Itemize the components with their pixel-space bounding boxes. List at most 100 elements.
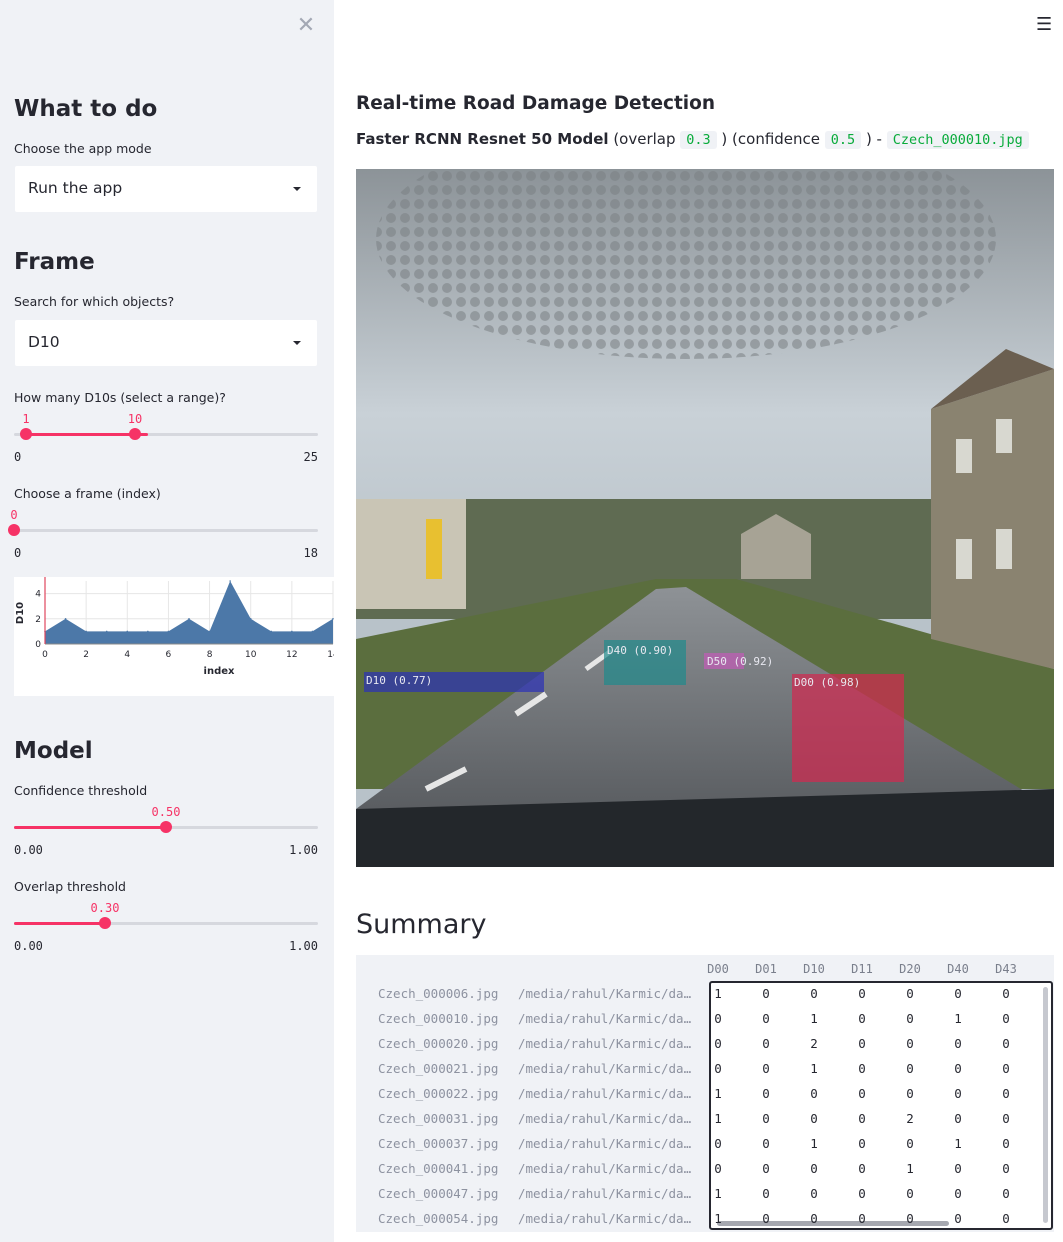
hamburger-menu-icon[interactable]: ☰: [1036, 16, 1054, 34]
table-cell[interactable]: 0: [711, 1136, 738, 1151]
road-damage-image: D10 (0.77) D40 (0.90) D50 (0.92) D00 (0.…: [356, 169, 1054, 867]
model-info-line: Faster RCNN Resnet 50 Model (overlap 0.3…: [356, 130, 1029, 149]
table-cell[interactable]: 0: [842, 1136, 882, 1151]
table-cell[interactable]: 0: [794, 986, 834, 1001]
overlap-thumb[interactable]: [99, 917, 111, 929]
table-cell[interactable]: 0: [746, 1061, 786, 1076]
table-cell[interactable]: 0: [746, 1011, 786, 1026]
table-cell[interactable]: 1: [711, 1111, 738, 1126]
app-mode-select[interactable]: Run the app: [15, 166, 317, 212]
table-cell[interactable]: 0: [842, 1111, 882, 1126]
table-cell[interactable]: 1: [938, 1011, 978, 1026]
table-cell[interactable]: 0: [842, 986, 882, 1001]
overlap-slider[interactable]: 0.30 0.00 1.00: [14, 901, 318, 965]
table-cell[interactable]: 0: [746, 1211, 786, 1226]
table-cell[interactable]: 1: [794, 1011, 834, 1026]
close-icon[interactable]: ✕: [296, 14, 316, 38]
table-cell[interactable]: 0: [746, 1036, 786, 1051]
table-cell[interactable]: 0: [842, 1061, 882, 1076]
confidence-min: 0.00: [14, 843, 43, 857]
table-cell[interactable]: 0: [746, 1161, 786, 1176]
table-cell[interactable]: 0: [938, 1111, 978, 1126]
table-cell[interactable]: 0: [842, 1086, 882, 1101]
range-high-thumb[interactable]: [129, 428, 141, 440]
range-low-thumb[interactable]: [20, 428, 32, 440]
table-cell[interactable]: 0: [986, 986, 1026, 1001]
table-cell[interactable]: 0: [890, 1211, 930, 1226]
table-cell[interactable]: 0: [746, 1111, 786, 1126]
table-cell[interactable]: 1: [938, 1136, 978, 1151]
table-cell[interactable]: 0: [794, 1161, 834, 1176]
table-cell[interactable]: 0: [986, 1211, 1026, 1226]
vertical-scrollbar[interactable]: [1043, 987, 1048, 1223]
table-cell[interactable]: 1: [711, 1211, 738, 1226]
table-cell[interactable]: 0: [890, 986, 930, 1001]
table-cell[interactable]: 0: [986, 1161, 1026, 1176]
table-cell[interactable]: 1: [711, 986, 738, 1001]
confidence-thumb[interactable]: [160, 821, 172, 833]
table-cell[interactable]: 0: [842, 1011, 882, 1026]
table-cell[interactable]: 0: [746, 1136, 786, 1151]
table-cell[interactable]: 0: [890, 1186, 930, 1201]
table-cell[interactable]: 1: [890, 1161, 930, 1176]
table-cell[interactable]: 0: [794, 1211, 834, 1226]
confidence-code: 0.5: [824, 131, 862, 149]
table-cell[interactable]: 0: [794, 1186, 834, 1201]
table-cell[interactable]: 0: [890, 1136, 930, 1151]
table-cell[interactable]: 0: [986, 1136, 1026, 1151]
table-cell[interactable]: 0: [794, 1111, 834, 1126]
table-cell[interactable]: 0: [711, 1161, 738, 1176]
table-cell[interactable]: 1: [794, 1136, 834, 1151]
frame-thumb[interactable]: [8, 524, 20, 536]
table-cell[interactable]: 0: [986, 1111, 1026, 1126]
file-separator: ) -: [861, 130, 887, 148]
table-cell[interactable]: 0: [842, 1186, 882, 1201]
table-cell[interactable]: 0: [842, 1161, 882, 1176]
row-file-path: /media/rahul/Karmic/da…: [518, 1136, 692, 1151]
column-header[interactable]: D01: [746, 962, 786, 976]
table-cell[interactable]: 0: [938, 1186, 978, 1201]
table-cell[interactable]: 0: [746, 1086, 786, 1101]
table-cell[interactable]: 0: [938, 1086, 978, 1101]
table-cell[interactable]: 0: [938, 986, 978, 1001]
table-cell[interactable]: 0: [842, 1036, 882, 1051]
summary-values-panel[interactable]: 1000000001001000200000010000100000010002…: [709, 981, 1053, 1230]
table-cell[interactable]: 0: [938, 1161, 978, 1176]
column-header[interactable]: D40: [938, 962, 978, 976]
table-cell[interactable]: 0: [938, 1036, 978, 1051]
table-cell[interactable]: 0: [986, 1086, 1026, 1101]
table-cell[interactable]: 0: [711, 1061, 738, 1076]
column-header[interactable]: D00: [698, 962, 738, 976]
column-header[interactable]: D43: [986, 962, 1026, 976]
table-cell[interactable]: 0: [986, 1036, 1026, 1051]
table-cell[interactable]: 0: [890, 1036, 930, 1051]
table-cell[interactable]: 0: [938, 1211, 978, 1226]
table-cell[interactable]: 0: [746, 986, 786, 1001]
objects-select[interactable]: D10: [15, 320, 317, 366]
column-header[interactable]: D11: [842, 962, 882, 976]
table-cell[interactable]: 0: [938, 1061, 978, 1076]
table-cell[interactable]: 0: [711, 1036, 738, 1051]
table-cell[interactable]: 1: [794, 1061, 834, 1076]
table-cell[interactable]: 0: [746, 1186, 786, 1201]
frame-index-slider[interactable]: 0 0 18: [8, 508, 318, 572]
table-cell[interactable]: 0: [986, 1011, 1026, 1026]
table-cell[interactable]: 2: [890, 1111, 930, 1126]
column-header[interactable]: D20: [890, 962, 930, 976]
table-cell[interactable]: 1: [711, 1086, 738, 1101]
confidence-slider[interactable]: 0.50 0.00 1.00: [14, 805, 318, 869]
table-cell[interactable]: 0: [890, 1011, 930, 1026]
table-cell[interactable]: 2: [794, 1036, 834, 1051]
column-header[interactable]: D10: [794, 962, 834, 976]
data-point: [64, 618, 67, 620]
table-cell[interactable]: 0: [986, 1061, 1026, 1076]
table-cell[interactable]: 0: [794, 1086, 834, 1101]
summary-table[interactable]: 1000000001001000200000010000100000010002…: [356, 955, 1054, 1232]
table-cell[interactable]: 1: [711, 1186, 738, 1201]
table-cell[interactable]: 0: [711, 1011, 738, 1026]
d10-range-slider[interactable]: 1 10 0 25: [14, 412, 318, 476]
table-cell[interactable]: 0: [986, 1186, 1026, 1201]
table-cell[interactable]: 0: [890, 1061, 930, 1076]
table-cell[interactable]: 0: [890, 1086, 930, 1101]
table-cell[interactable]: 0: [842, 1211, 882, 1226]
